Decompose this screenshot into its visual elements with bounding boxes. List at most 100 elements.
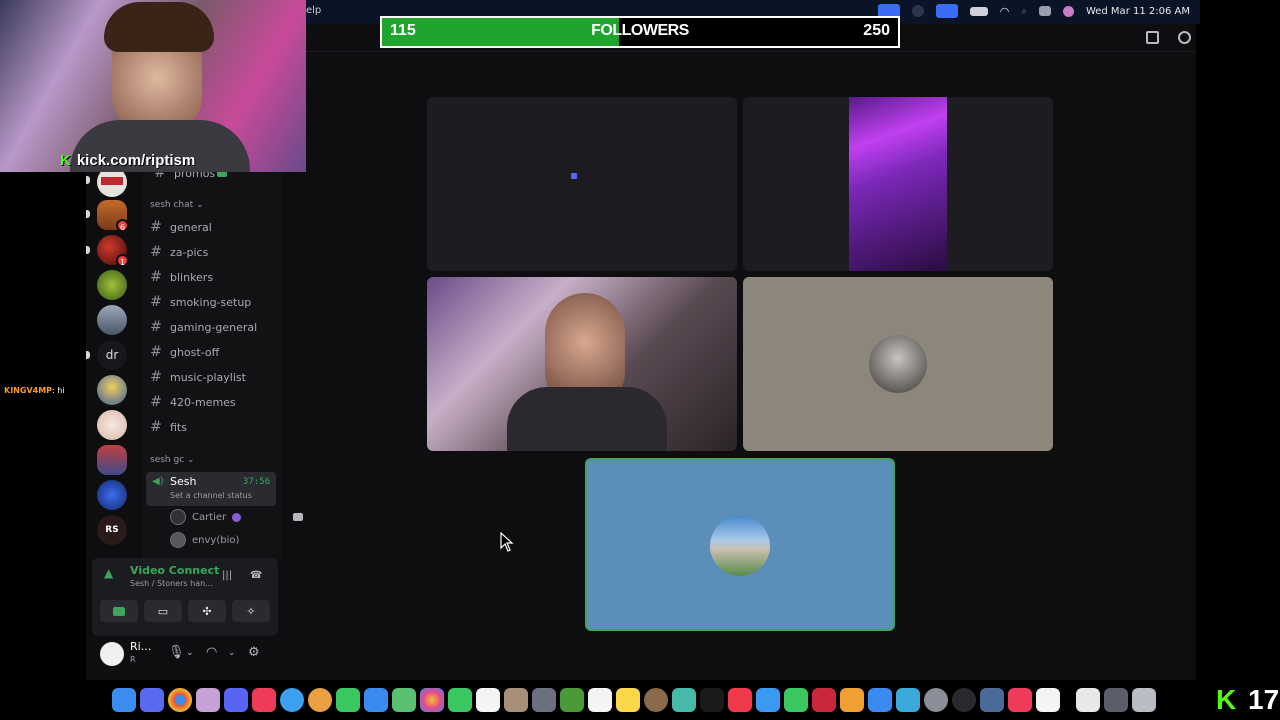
server-icon-drop[interactable] [97, 410, 127, 440]
safari-icon[interactable] [280, 688, 304, 712]
noise-suppression-icon[interactable]: ||| [222, 570, 232, 581]
siri-icon[interactable] [1062, 5, 1074, 17]
trash-icon[interactable] [1132, 688, 1156, 712]
voice-status-subtitle[interactable]: Sesh / Stoners han... [130, 579, 214, 588]
appletv-icon[interactable] [700, 688, 724, 712]
channel-general[interactable]: # general [146, 216, 276, 238]
wifi-icon[interactable]: ◠ [1000, 5, 1010, 18]
help-icon[interactable] [1178, 31, 1191, 44]
contacts-icon[interactable] [504, 688, 528, 712]
reminders-icon[interactable] [588, 688, 612, 712]
video-tile-avatar[interactable] [743, 277, 1053, 451]
menu-help[interactable]: elp [306, 5, 321, 16]
screen-sharing-icon[interactable] [980, 688, 1004, 712]
server-icon-blue-creature[interactable] [97, 480, 127, 510]
system-settings-icon[interactable] [924, 688, 948, 712]
photo-booth-icon[interactable] [812, 688, 836, 712]
music-icon[interactable] [1008, 688, 1032, 712]
calendar-icon[interactable] [476, 688, 500, 712]
set-channel-status[interactable]: Set a channel status [170, 491, 252, 500]
video-tile-screen[interactable] [743, 97, 1053, 271]
finder-icon[interactable] [112, 688, 136, 712]
app-store-icon[interactable] [868, 688, 892, 712]
camera-icon [113, 606, 125, 616]
activities-button[interactable]: ✣ [188, 600, 226, 622]
hash-icon: # [150, 394, 162, 410]
category-sesh-gc[interactable]: sesh gc ⌄ [150, 455, 195, 465]
server-icon-plant[interactable] [97, 270, 127, 300]
screen-share-button[interactable]: ▭ [144, 600, 182, 622]
channel-blinkers[interactable]: # blinkers [146, 266, 276, 288]
news-icon[interactable] [728, 688, 752, 712]
minecraft-icon[interactable] [560, 688, 584, 712]
launchpad-icon[interactable] [140, 688, 164, 712]
photos-icon[interactable] [420, 688, 444, 712]
steam-icon[interactable] [644, 688, 668, 712]
voice-status-title[interactable]: Video Connecte [130, 564, 220, 577]
discord-icon[interactable] [224, 688, 248, 712]
chevron-down-icon: ⌄ [196, 200, 204, 210]
category-sesh-chat[interactable]: sesh chat ⌄ [150, 200, 204, 210]
play-icon[interactable] [911, 5, 924, 17]
freeform-icon[interactable] [672, 688, 696, 712]
capcut-icon[interactable] [1036, 688, 1060, 712]
chrome-icon[interactable] [168, 688, 192, 712]
spotlight-icon[interactable]: ⌕ [1021, 6, 1027, 17]
server-icon-dm[interactable]: dr [97, 340, 127, 370]
user-name[interactable]: Ri... [130, 640, 151, 653]
headphones-icon[interactable]: ◠ [206, 645, 217, 660]
channel-za-pics[interactable]: # za-pics [146, 241, 276, 263]
server-icon-rs[interactable]: RS [97, 515, 127, 545]
inbox-icon[interactable] [1146, 31, 1159, 44]
channel-fits[interactable]: # fits [146, 416, 276, 438]
utility-icon[interactable] [532, 688, 556, 712]
notes-icon[interactable] [616, 688, 640, 712]
gear-icon[interactable]: ⚙ [248, 645, 260, 660]
mail-icon[interactable] [364, 688, 388, 712]
microphone-icon[interactable]: 🎙︎ [168, 645, 185, 660]
pages-icon[interactable] [840, 688, 864, 712]
video-tile-webcam[interactable] [427, 277, 737, 451]
signal-icon[interactable]: ▲ [104, 566, 120, 582]
migration-icon[interactable] [896, 688, 920, 712]
avatar[interactable] [100, 642, 124, 666]
window-icon[interactable] [935, 4, 958, 18]
activity-monitor-icon[interactable] [952, 688, 976, 712]
channel-ghost-off[interactable]: # ghost-off [146, 341, 276, 363]
server-icon-group[interactable] [97, 445, 127, 475]
downloads-icon[interactable] [1104, 688, 1128, 712]
channel-gaming-general[interactable]: # gaming-general [146, 316, 276, 338]
avatar [170, 509, 186, 525]
chevron-down-icon[interactable]: ⌄ [186, 648, 194, 658]
document-icon[interactable] [1076, 688, 1100, 712]
control-center-icon[interactable] [1038, 6, 1051, 16]
video-tile-empty[interactable] [427, 97, 737, 271]
numbers-icon[interactable] [784, 688, 808, 712]
apps-icon[interactable] [196, 688, 220, 712]
chevron-down-icon: ⌄ [187, 455, 195, 465]
server-icon-character[interactable] [97, 375, 127, 405]
chevron-down-icon[interactable]: ⌄ [228, 648, 236, 658]
keynote-icon[interactable] [756, 688, 780, 712]
voice-user-cartier[interactable]: Cartier [170, 507, 304, 527]
channel-smoking-setup[interactable]: # smoking-setup [146, 291, 276, 313]
server-icon-red[interactable]: 1 [97, 235, 129, 267]
battery-icon[interactable] [969, 6, 988, 16]
server-icon-orange[interactable]: 6 [97, 200, 129, 232]
disconnect-icon[interactable]: ☎ [250, 570, 262, 581]
hash-icon: # [150, 219, 162, 235]
voice-channel-sesh[interactable]: ◀) Sesh 37:56 Set a channel status [146, 472, 276, 506]
channel-420-memes[interactable]: #420-memes [146, 391, 276, 413]
menubar-clock[interactable]: Wed Mar 11 2:06 AM [1086, 6, 1190, 17]
camera-button[interactable] [100, 600, 138, 622]
voice-user-envy[interactable]: envy(bio) [170, 530, 239, 550]
tiktok-icon[interactable] [252, 688, 276, 712]
channel-music-playlist[interactable]: # music-playlist [146, 366, 276, 388]
messages-icon[interactable] [336, 688, 360, 712]
maps-icon[interactable] [392, 688, 416, 712]
video-tile-speaking[interactable] [585, 458, 895, 631]
facetime-icon[interactable] [448, 688, 472, 712]
soundboard-button[interactable]: ✧ [232, 600, 270, 622]
obs-icon[interactable] [308, 688, 332, 712]
server-icon-photo[interactable] [97, 305, 127, 335]
